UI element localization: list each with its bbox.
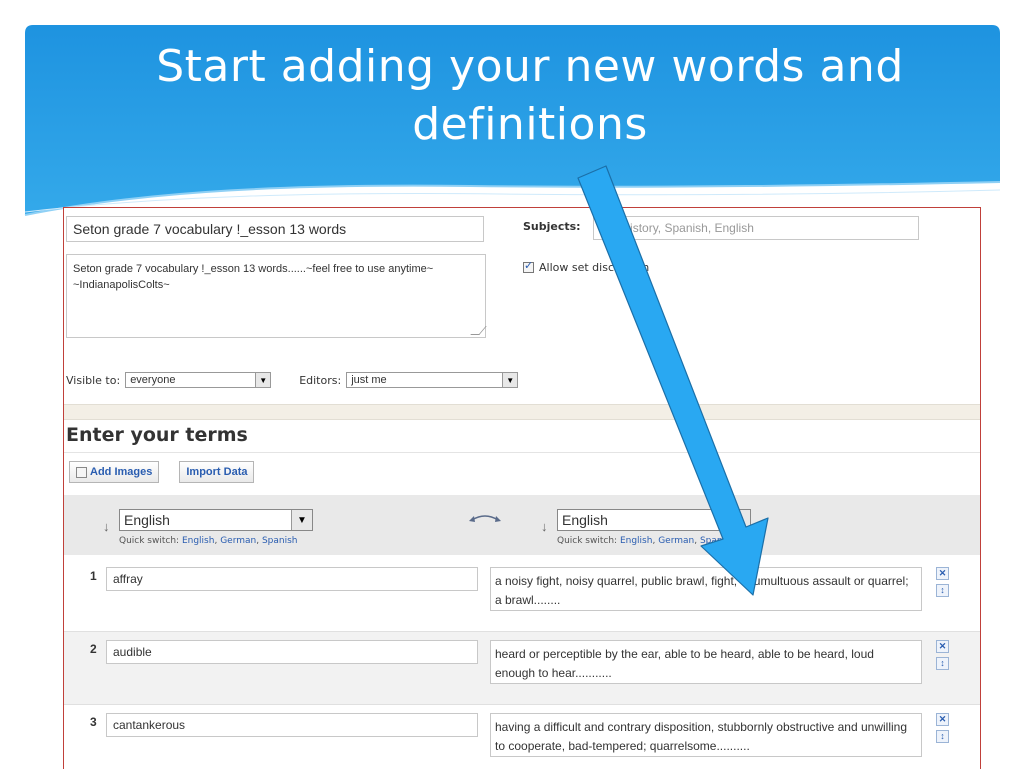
chevron-down-icon: ▼ xyxy=(255,373,271,387)
term-language-value: English xyxy=(124,512,170,528)
quick-switch-english[interactable]: English xyxy=(620,536,653,546)
term-language-column: ↓ English ▼ Quick switch: English, Germa… xyxy=(103,509,313,546)
editors-value: just me xyxy=(351,374,387,386)
term-language-select[interactable]: English ▼ xyxy=(119,509,313,531)
quick-switch-english[interactable]: English xyxy=(182,536,215,546)
add-images-label: Add Images xyxy=(90,466,153,478)
row-actions: ✕ ↕ xyxy=(936,713,949,743)
chevron-down-icon: ▼ xyxy=(291,510,312,530)
visible-to-label: Visible to: xyxy=(66,373,121,387)
slide-header: Start adding your new words and definiti… xyxy=(0,0,1024,240)
terms-heading: Enter your terms xyxy=(66,424,248,446)
allow-discussion-row: Allow set discussion xyxy=(523,259,650,274)
row-actions: ✕ ↕ xyxy=(936,567,949,597)
definition-language-value: English xyxy=(562,512,608,528)
definition-language-column: ↓ English ▼ Quick switch: English, Germa… xyxy=(541,509,751,546)
terms-toolbar: Add Images Import Data xyxy=(69,461,255,483)
quick-switch-label: Quick switch: xyxy=(119,536,180,546)
editors-select[interactable]: just me ▼ xyxy=(346,372,519,388)
close-icon[interactable]: ✕ xyxy=(936,640,949,653)
subjects-input[interactable]: e.g. history, Spanish, English xyxy=(593,216,919,240)
quick-switch-spanish[interactable]: Spanish xyxy=(700,536,736,546)
term-input[interactable]: cantankerous xyxy=(106,713,478,737)
allow-discussion-checkbox[interactable] xyxy=(523,259,534,273)
set-editor-screenshot: Seton grade 7 vocabulary !_esson 13 word… xyxy=(63,207,981,769)
row-number: 1 xyxy=(90,569,97,583)
quick-switch-label: Quick switch: xyxy=(557,536,618,546)
row-actions: ✕ ↕ xyxy=(936,640,949,670)
term-input[interactable]: affray xyxy=(106,567,478,591)
definition-input[interactable]: having a difficult and contrary disposit… xyxy=(490,713,922,757)
set-description-text: Seton grade 7 vocabulary !_esson 13 word… xyxy=(73,263,434,291)
reorder-icon[interactable]: ↕ xyxy=(936,730,949,743)
term-row: 2 audible heard or perceptible by the ea… xyxy=(64,631,980,705)
quick-switch-spanish[interactable]: Spanish xyxy=(262,536,298,546)
set-description-textarea[interactable]: Seton grade 7 vocabulary !_esson 13 word… xyxy=(66,254,487,338)
sort-down-icon: ↓ xyxy=(541,519,548,534)
chevron-down-icon: ▼ xyxy=(729,510,750,530)
add-images-button[interactable]: Add Images xyxy=(69,461,160,483)
reorder-icon[interactable]: ↕ xyxy=(936,657,949,670)
term-row: 1 affray a noisy fight, noisy quarrel, p… xyxy=(64,559,980,631)
import-data-button[interactable]: Import Data xyxy=(179,461,255,483)
divider xyxy=(64,452,980,453)
reorder-icon[interactable]: ↕ xyxy=(936,584,949,597)
sort-down-icon: ↓ xyxy=(103,519,110,534)
term-row: 3 cantankerous having a difficult and co… xyxy=(64,705,980,769)
language-bar: ↓ English ▼ Quick switch: English, Germa… xyxy=(64,495,980,555)
slide-title: Start adding your new words and definiti… xyxy=(156,41,904,150)
definition-input[interactable]: heard or perceptible by the ear, able to… xyxy=(490,640,922,684)
chevron-down-icon: ▼ xyxy=(502,373,518,387)
definition-language-select[interactable]: English ▼ xyxy=(557,509,751,531)
visible-to-value: everyone xyxy=(130,374,176,386)
swap-icon[interactable] xyxy=(468,510,502,526)
quick-switch-term: Quick switch: English, German, Spanish xyxy=(119,536,298,546)
term-input[interactable]: audible xyxy=(106,640,478,664)
definition-input[interactable]: a noisy fight, noisy quarrel, public bra… xyxy=(490,567,922,611)
row-number: 2 xyxy=(90,642,97,656)
visible-to-select[interactable]: everyone ▼ xyxy=(125,372,272,388)
quick-switch-definition: Quick switch: English, German, Spanish xyxy=(557,536,736,546)
quick-switch-german[interactable]: German xyxy=(658,536,694,546)
add-images-checkbox[interactable] xyxy=(76,466,87,478)
editors-label: Editors: xyxy=(299,373,342,387)
row-number: 3 xyxy=(90,715,97,729)
visibility-row: Visible to: everyone ▼ Editors: just me … xyxy=(66,372,519,388)
section-divider xyxy=(64,404,980,420)
close-icon[interactable]: ✕ xyxy=(936,713,949,726)
allow-discussion-label: Allow set discussion xyxy=(539,261,650,274)
resize-grip-icon[interactable] xyxy=(470,326,487,335)
quick-switch-german[interactable]: German xyxy=(220,536,256,546)
subjects-label: Subjects: xyxy=(523,220,581,233)
close-icon[interactable]: ✕ xyxy=(936,567,949,580)
set-title-input[interactable]: Seton grade 7 vocabulary !_esson 13 word… xyxy=(66,216,484,242)
